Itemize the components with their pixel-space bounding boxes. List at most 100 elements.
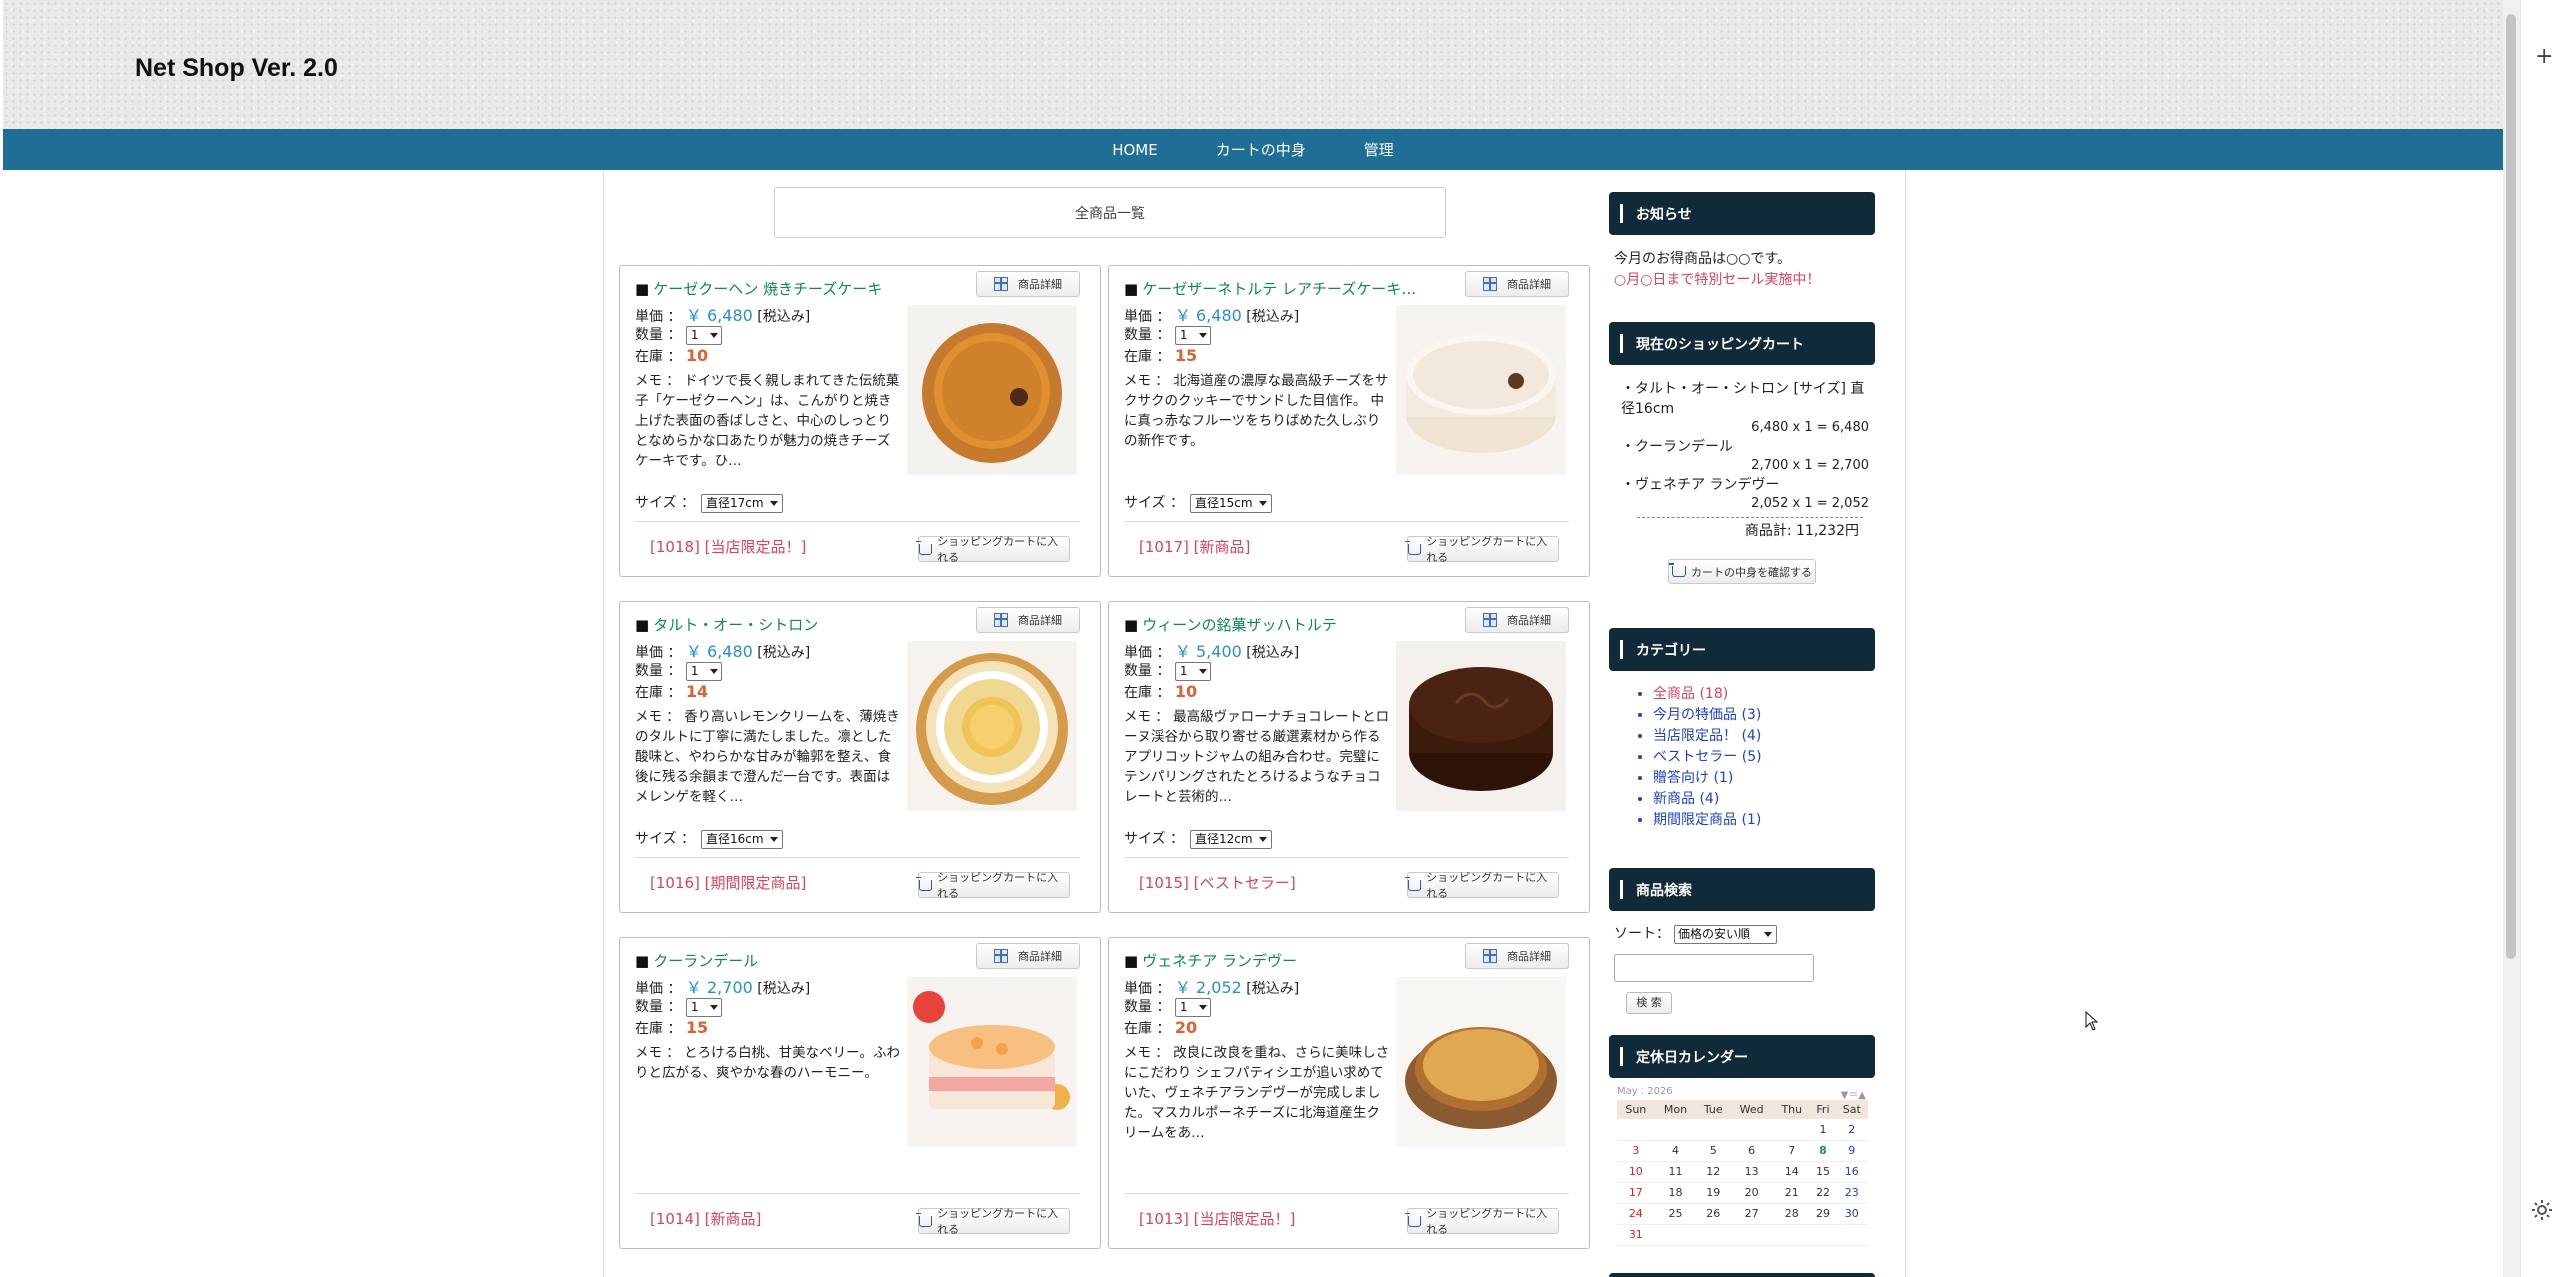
category-item[interactable]: 新商品 (4) [1653, 789, 1875, 810]
category-item[interactable]: 期間限定商品 (1) [1653, 810, 1875, 831]
site-header: Net Shop Ver. 2.0 [3, 0, 2503, 129]
quantity-select[interactable]: 1 [1174, 997, 1211, 1017]
product-stock: 10 [1174, 682, 1198, 701]
plus-icon[interactable]: + [2535, 44, 2553, 69]
category-item[interactable]: 当店限定品！ (4) [1653, 726, 1875, 747]
product-tag-link[interactable]: [当店限定品！] [705, 538, 807, 556]
gear-icon[interactable] [2530, 1198, 2554, 1222]
calendar-day [1696, 1224, 1731, 1246]
add-to-cart-button[interactable]: ショッピングカートに入れる [1404, 535, 1559, 564]
browser-viewport: Net Shop Ver. 2.0 HOME カートの中身 管理 全商品一覧 ■… [3, 0, 2503, 1277]
calendar-day [1654, 1224, 1697, 1246]
add-to-cart-button[interactable]: ショッピングカートに入れる [915, 535, 1070, 564]
category-item[interactable]: 贈答向け (1) [1653, 768, 1875, 789]
category-count: (1) [1713, 770, 1734, 786]
nav-home[interactable]: HOME [1112, 141, 1158, 159]
product-image[interactable] [907, 641, 1077, 811]
cart-divider [1637, 517, 1863, 518]
site-title[interactable]: Net Shop Ver. 2.0 [135, 54, 338, 83]
price-row: 単価 ： ￥ 6,480 [税込み] [635, 642, 811, 661]
stock-row: 在庫 ： 20 [1124, 1018, 1198, 1037]
product-image[interactable] [907, 305, 1077, 475]
price-row: 単価 ： ￥ 5,400 [税込み] [1124, 642, 1300, 661]
sort-select[interactable]: 価格の安い順 [1674, 924, 1777, 944]
category-link[interactable]: 全商品 [1653, 686, 1695, 702]
calendar-nav-icon[interactable]: ▼＝▲ [1841, 1086, 1868, 1101]
product-tag-link[interactable]: [新商品] [705, 1210, 762, 1228]
add-to-cart-button[interactable]: ショッピングカートに入れる [1404, 871, 1559, 900]
stock-row: 在庫 ： 10 [1124, 682, 1198, 701]
category-count: (4) [1741, 728, 1762, 744]
product-detail-button[interactable]: 商品詳細 [976, 943, 1080, 969]
mouse-cursor-icon [2085, 1011, 2099, 1031]
category-link[interactable]: 新商品 [1653, 791, 1695, 807]
stock-row: 在庫 ： 10 [635, 346, 709, 365]
product-name[interactable]: ■ ケーゼクーヘン 焼きチーズケーキ [635, 278, 935, 299]
search-button[interactable]: 検 索 [1626, 991, 1672, 1014]
size-select[interactable]: 直径17cm [701, 493, 784, 513]
product-detail-button[interactable]: 商品詳細 [1465, 943, 1569, 969]
product-card: ■ ウィーンの銘菓ザッハトルテ 商品詳細 単価 ： ￥ 5,400 [税込み] 数量 ：… [1108, 601, 1590, 913]
calendar-heading: 定休日カレンダー [1609, 1035, 1875, 1078]
size-select[interactable]: 直径16cm [701, 829, 784, 849]
product-name[interactable]: ■ ヴェネチア ランデヴー [1124, 950, 1424, 971]
product-tag-link[interactable]: [当店限定品！] [1194, 1210, 1296, 1228]
category-link[interactable]: ベストセラー [1653, 749, 1737, 765]
product-tag-link[interactable]: [新商品] [1194, 538, 1251, 556]
product-image[interactable] [1396, 641, 1566, 811]
product-name[interactable]: ■ クーランデール [635, 950, 935, 971]
add-cart-label: ショッピングカートに入れる [937, 535, 1059, 564]
add-to-cart-button[interactable]: ショッピングカートに入れる [1404, 1207, 1559, 1236]
quantity-select[interactable]: 1 [1174, 661, 1211, 681]
gift-icon [1483, 613, 1497, 627]
product-card: ■ ヴェネチア ランデヴー 商品詳細 単価 ： ￥ 2,052 [税込み] 数量 ： 1… [1108, 937, 1590, 1249]
gift-icon [994, 277, 1008, 291]
calendar-weekday: Fri [1810, 1100, 1836, 1120]
category-link[interactable]: 贈答向け [1653, 770, 1709, 786]
add-to-cart-button[interactable]: ショッピングカートに入れる [915, 1207, 1070, 1236]
product-name[interactable]: ■ ケーゼザーネトルテ レアチーズケーキ… [1124, 278, 1424, 299]
size-select[interactable]: 直径12cm [1190, 829, 1273, 849]
quantity-row: 数量 ： 1 [1124, 996, 1211, 1017]
price-row: 単価 ： ￥ 6,480 [税込み] [1124, 306, 1300, 325]
category-item[interactable]: ベストセラー (5) [1653, 747, 1875, 768]
product-name[interactable]: ■ ウィーンの銘菓ザッハトルテ [1124, 614, 1424, 635]
product-tag-link[interactable]: [期間限定商品] [705, 874, 807, 892]
stock-row: 在庫 ： 15 [635, 1018, 709, 1037]
scrollbar-thumb[interactable] [2506, 14, 2516, 959]
product-card: ■ ケーゼクーヘン 焼きチーズケーキ 商品詳細 単価 ： ￥ 6,480 [税込み] 数… [619, 265, 1101, 577]
product-stock: 20 [1174, 1018, 1198, 1037]
category-item[interactable]: 全商品 (18) [1653, 684, 1875, 705]
product-price: ￥ 5,400 [1174, 642, 1242, 661]
product-image[interactable] [1396, 977, 1566, 1147]
product-image[interactable] [907, 977, 1077, 1147]
search-input[interactable] [1614, 953, 1814, 982]
view-cart-button[interactable]: カートの中身を確認する [1668, 559, 1816, 584]
product-detail-button[interactable]: 商品詳細 [976, 271, 1080, 297]
product-tag-link[interactable]: [ベストセラー] [1194, 874, 1296, 892]
cart-item-calc: 2,700 x 1 = 2,700 [1751, 458, 1869, 473]
category-link[interactable]: 今月の特価品 [1653, 707, 1737, 723]
product-price: ￥ 2,700 [685, 978, 753, 997]
quantity-row: 数量 ： 1 [635, 324, 722, 345]
category-link[interactable]: 当店限定品！ [1653, 728, 1737, 744]
product-detail-button[interactable]: 商品詳細 [976, 607, 1080, 633]
product-image[interactable] [1396, 305, 1566, 475]
product-detail-button[interactable]: 商品詳細 [1465, 607, 1569, 633]
category-link[interactable]: 期間限定商品 [1653, 812, 1737, 828]
category-item[interactable]: 今月の特価品 (3) [1653, 705, 1875, 726]
quantity-select[interactable]: 1 [1174, 325, 1211, 345]
category-heading: カテゴリー [1609, 628, 1875, 671]
quantity-select[interactable]: 1 [685, 997, 722, 1017]
product-name[interactable]: ■ タルト・オー・シトロン [635, 614, 935, 635]
page-heading: 全商品一覧 [774, 187, 1446, 238]
nav-cart[interactable]: カートの中身 [1216, 139, 1306, 160]
product-detail-button[interactable]: 商品詳細 [1465, 271, 1569, 297]
add-cart-label: ショッピングカートに入れる [1426, 871, 1548, 900]
add-to-cart-button[interactable]: ショッピングカートに入れる [915, 871, 1070, 900]
nav-admin[interactable]: 管理 [1364, 139, 1394, 160]
quantity-select[interactable]: 1 [685, 661, 722, 681]
news-line: 今月のお得商品は○○です。 [1614, 251, 1792, 267]
size-select[interactable]: 直径15cm [1190, 493, 1273, 513]
quantity-select[interactable]: 1 [685, 325, 722, 345]
